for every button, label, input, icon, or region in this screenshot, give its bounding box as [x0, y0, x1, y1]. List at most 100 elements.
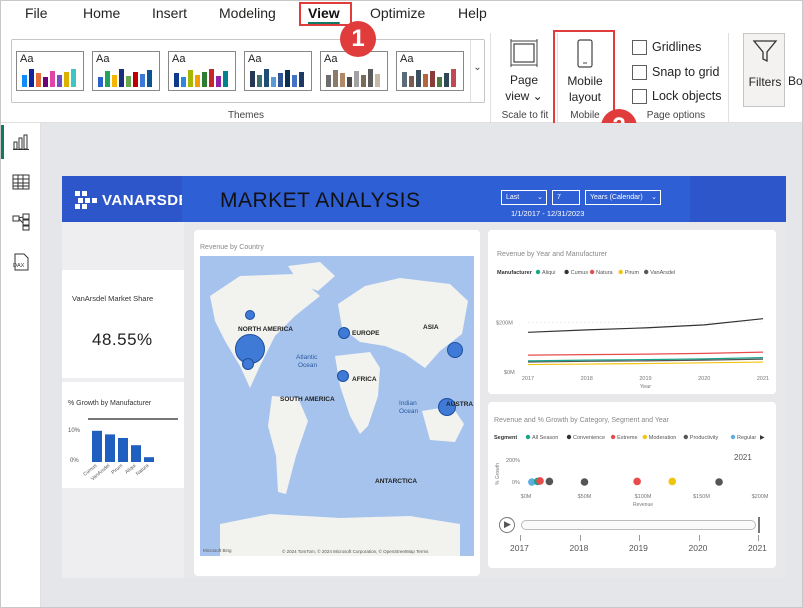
scatter-legend-marker [566, 434, 572, 440]
map-attribution[interactable]: © 2024 TomTom, © 2024 Microsoft Corporat… [282, 549, 428, 554]
filter-number-input[interactable]: 7 [552, 190, 580, 205]
growth-bar [131, 445, 141, 462]
scatter-x-tick: $200M [752, 494, 769, 500]
mobile-layout-highlight [553, 30, 615, 126]
scatter-y-tick: 0% [512, 480, 520, 486]
menu-home[interactable]: Home [83, 5, 120, 21]
line-legend-label: Cumus [571, 270, 589, 276]
report-canvas[interactable]: VANARSDEL MARKET ANALYSIS Last ⌄ 7 Years … [41, 123, 802, 607]
scatter-card[interactable]: Revenue and % Growth by Category, Segmen… [488, 402, 776, 568]
theme-tile[interactable]: Aa [92, 51, 160, 91]
timeline-year-label: 2018 [569, 543, 589, 553]
lock-objects-checkbox[interactable] [632, 89, 647, 104]
theme-tile-text: Aa [400, 53, 414, 65]
report-header: VANARSDEL MARKET ANALYSIS Last ⌄ 7 Years … [62, 176, 786, 222]
dax-query-view-icon[interactable]: DAX [12, 253, 30, 271]
map-label-indian-ocean: Ocean [399, 408, 419, 415]
theme-tile[interactable]: Aa [168, 51, 236, 91]
timeline-year-label: 2020 [688, 543, 708, 553]
timeline-tick [758, 535, 759, 541]
map-label-atlantic: Atlantic [296, 354, 318, 361]
play-button[interactable]: ▶ [499, 517, 515, 533]
theme-tile[interactable]: Aa [396, 51, 464, 91]
map-bubble[interactable] [447, 342, 463, 358]
scatter-point [536, 477, 544, 485]
gallery-more-button[interactable]: ⌄ [470, 40, 484, 102]
growth-card[interactable]: % Growth by Manufacturer 10% 0% Cumus Van… [62, 382, 184, 488]
scatter-legend-label: Extreme [617, 435, 637, 441]
theme-tile[interactable]: Aa [244, 51, 312, 91]
line-x-tick: 2017 [522, 376, 534, 382]
theme-tile-text: Aa [20, 53, 34, 65]
map-label-indian: Indian [399, 400, 417, 407]
map-bubble[interactable] [245, 310, 255, 320]
report-view-icon[interactable] [12, 133, 30, 151]
line-x-tick: 2018 [581, 376, 593, 382]
menu-optimize[interactable]: Optimize [370, 5, 425, 21]
map-card[interactable]: Revenue by Country NORTH AMERICA EUROPE … [194, 230, 480, 576]
menu-insert[interactable]: Insert [152, 5, 187, 21]
map-bubble[interactable] [337, 370, 349, 382]
page-view-label: Page [509, 73, 539, 87]
themes-group-label: Themes [227, 110, 265, 121]
timeline-tick [520, 535, 521, 541]
filter-icon [752, 40, 778, 63]
menu-help[interactable]: Help [458, 5, 487, 21]
scatter-x-tick: $0M [521, 494, 532, 500]
scatter-legend-label: Productivity [690, 435, 719, 441]
vanarsdel-logo-icon [75, 191, 97, 209]
menu-modeling[interactable]: Modeling [219, 5, 276, 21]
bookmarks-cutoff-label[interactable]: Bo [788, 73, 802, 89]
map-label-north-america: NORTH AMERICA [238, 326, 294, 333]
filter-last-dropdown[interactable]: Last ⌄ [501, 190, 547, 205]
growth-bar [144, 457, 154, 462]
line-legend-marker [644, 269, 649, 275]
view-tab-highlight [299, 2, 352, 26]
theme-tile[interactable]: Aa [16, 51, 84, 91]
scale-group-label: Scale to fit [501, 110, 549, 121]
page-view-button[interactable]: Page view ⌄ [497, 35, 551, 103]
theme-tile-text: Aa [324, 53, 338, 65]
scatter-legend-next-icon: ▶ [760, 435, 765, 441]
line-y-tick: $0M [504, 370, 515, 376]
timeline-year-label: 2019 [629, 543, 648, 553]
growth-bar-chart: CumusVanArsdel Pirum AliquiNatura [82, 430, 154, 482]
map-bubble[interactable] [242, 358, 254, 370]
timeline-handle[interactable] [758, 517, 760, 533]
filter-period-dropdown[interactable]: Years (Calendar) ⌄ [585, 190, 661, 205]
report-page[interactable]: VANARSDEL MARKET ANALYSIS Last ⌄ 7 Years … [62, 176, 786, 578]
lock-objects-label: Lock objects [652, 89, 722, 103]
theme-tile-text: Aa [96, 53, 110, 65]
line-legend-label: Aliqui [542, 270, 555, 276]
themes-gallery: Aa Aa Aa Aa Aa Aa ⌄ [11, 39, 485, 103]
ribbon-separator [728, 33, 729, 123]
menu-file[interactable]: File [25, 5, 48, 21]
snap-to-grid-checkbox[interactable] [632, 65, 647, 80]
model-view-icon[interactable] [12, 213, 30, 231]
line-x-tick: 2021 [757, 376, 769, 382]
filter-period-value: Years (Calendar) [590, 194, 643, 201]
line-series-natura [527, 351, 764, 356]
line-legend-label: VanArsdel [650, 270, 675, 276]
theme-tile[interactable]: Aa [320, 51, 388, 91]
map-label-australia: AUSTRA [446, 401, 474, 408]
gridlines-checkbox[interactable] [632, 40, 647, 55]
line-legend-marker [618, 269, 623, 275]
revenue-line-card[interactable]: Revenue by Year and Manufacturer Manufac… [488, 230, 776, 394]
page-view-icon [510, 39, 538, 67]
map-bubble[interactable] [338, 327, 350, 339]
filters-button[interactable]: Filters [743, 33, 785, 107]
scatter-legend-label: Moderation [649, 435, 677, 441]
chevron-down-icon: ⌄ [537, 194, 543, 201]
view-switcher-rail: DAX [1, 123, 41, 607]
market-share-card[interactable]: VanArsdel Market Share 48.55% [62, 270, 184, 378]
timeline-slider[interactable] [521, 520, 756, 530]
world-map[interactable] [200, 256, 474, 556]
scatter-legend-label: Regular [737, 435, 756, 441]
scatter-legend-marker [642, 434, 647, 440]
table-view-icon[interactable] [12, 173, 30, 191]
line-series-cumus [527, 318, 764, 333]
report-title: MARKET ANALYSIS [220, 189, 421, 212]
map-label-antarctica: ANTARCTICA [375, 478, 418, 485]
growth-bar [92, 430, 102, 462]
